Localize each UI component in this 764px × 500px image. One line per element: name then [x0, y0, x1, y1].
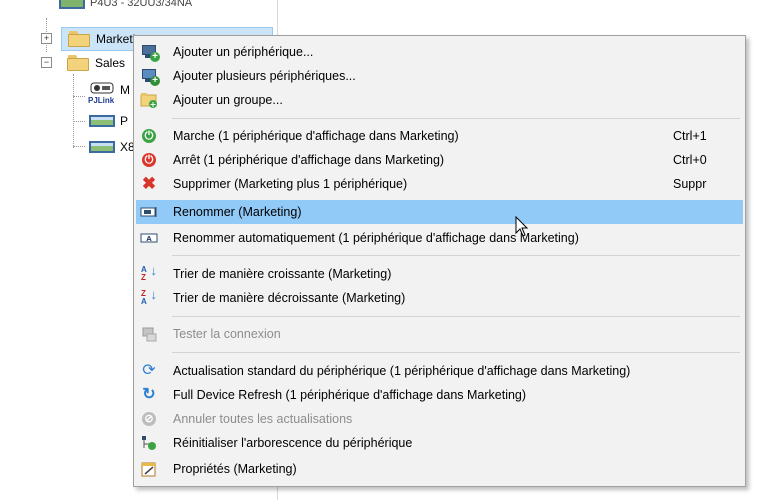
menu-item-add-multiple-devices[interactable]: + Ajouter plusieurs périphériques...	[136, 64, 743, 88]
add-group-icon: +	[139, 90, 159, 110]
menu-item-label: Renommer (Marketing)	[173, 205, 302, 219]
menu-item-shortcut: Ctrl+1	[673, 129, 707, 143]
folder-icon	[67, 55, 89, 71]
tree-connector	[73, 146, 85, 147]
menu-item-sort-descending[interactable]: Z A ↓ Trier de manière décroissante (Marke…	[136, 286, 743, 310]
menu-item-shortcut: Ctrl+0	[673, 153, 707, 167]
rename-icon	[139, 202, 159, 222]
projector-icon	[88, 139, 116, 155]
context-menu: + Ajouter un périphérique... + Ajouter p…	[133, 35, 746, 487]
menu-item-label: Trier de manière décroissante (Marketing…	[173, 291, 406, 305]
collapse-sales-button[interactable]: −	[41, 57, 52, 68]
menu-item-add-group[interactable]: + Ajouter un groupe...	[136, 88, 743, 112]
add-multiple-devices-icon: +	[139, 66, 160, 86]
menu-item-power-off[interactable]: ⏻ Arrêt (1 périphérique d'affichage dans…	[136, 148, 743, 172]
power-on-icon: ⏻	[139, 126, 159, 146]
tree-item-sales[interactable]: Sales	[67, 52, 125, 74]
menu-item-delete[interactable]: ✖ Supprimer (Marketing plus 1 périphériq…	[136, 172, 743, 196]
menu-item-label: Trier de manière croissante (Marketing)	[173, 267, 392, 281]
tree-item-label: Sales	[95, 56, 126, 70]
menu-item-label: Propriétés (Marketing)	[173, 462, 297, 476]
expand-marketing-button[interactable]: +	[41, 33, 52, 44]
tree-item-label: M	[120, 83, 130, 97]
menu-item-power-on[interactable]: ⏻ Marche (1 périphérique d'affichage dan…	[136, 124, 743, 148]
menu-item-label: Arrêt (1 périphérique d'affichage dans M…	[173, 153, 445, 167]
menu-item-full-refresh[interactable]: ↻ Full Device Refresh (1 périphérique d'…	[136, 383, 743, 407]
tree-item-label: P4U3 - 32UU3/34NA	[90, 0, 193, 9]
power-off-icon: ⏻	[139, 150, 159, 170]
menu-item-label: Réinitialiser l'arborescence du périphér…	[173, 436, 413, 450]
full-refresh-icon: ↻	[142, 386, 156, 403]
projector-icon	[58, 0, 86, 11]
menu-item-label: Ajouter un périphérique...	[173, 45, 314, 59]
cancel-refresh-icon: ⊘	[139, 409, 159, 429]
menu-item-label: Ajouter plusieurs périphériques...	[173, 69, 356, 83]
menu-item-label: Supprimer (Marketing plus 1 périphérique…	[173, 177, 408, 191]
menu-separator	[172, 118, 740, 119]
menu-separator	[172, 352, 740, 353]
reset-tree-icon	[139, 433, 159, 453]
svg-text:A: A	[146, 235, 152, 243]
menu-item-label: Annuler toutes les actualisations	[173, 412, 353, 426]
tree-item-projector[interactable]: P4U3 - 32UU3/34NA	[58, 0, 192, 14]
projector-icon	[88, 113, 116, 129]
tree-item-projector[interactable]: X8	[88, 136, 135, 158]
sort-ascending-icon: A Z ↓	[141, 263, 157, 282]
menu-item-rename[interactable]: Renommer (Marketing)	[136, 200, 743, 224]
pjlink-badge: PJLink	[88, 96, 115, 105]
menu-item-label: Marche (1 périphérique d'affichage dans …	[173, 129, 459, 143]
tree-item-projector[interactable]: P	[88, 110, 128, 132]
menu-item-label: Tester la connexion	[173, 327, 281, 341]
refresh-icon: ⟳	[142, 362, 156, 379]
menu-separator	[172, 316, 740, 317]
test-connection-icon	[139, 324, 159, 344]
menu-item-cancel-refresh: ⊘ Annuler toutes les actualisations	[136, 407, 743, 431]
folder-icon	[68, 31, 90, 47]
menu-item-standard-refresh[interactable]: ⟳ Actualisation standard du périphérique…	[136, 359, 743, 383]
tree-connector	[73, 74, 74, 148]
sort-descending-icon: Z A ↓	[141, 287, 157, 306]
tree-connector	[73, 96, 85, 97]
menu-item-shortcut: Suppr	[673, 177, 707, 191]
tree-item-pjlink-device[interactable]: PJLink M	[88, 80, 130, 110]
menu-item-label: Full Device Refresh (1 périphérique d'af…	[173, 388, 527, 402]
add-device-icon: +	[139, 42, 160, 62]
menu-item-properties[interactable]: Propriétés (Marketing)	[136, 457, 743, 481]
menu-item-label: Renommer automatiquement (1 périphérique…	[173, 231, 579, 245]
menu-item-auto-rename[interactable]: A Renommer automatiquement (1 périphériq…	[136, 226, 743, 250]
menu-item-sort-ascending[interactable]: A Z ↓ Trier de manière croissante (Marketi…	[136, 262, 743, 286]
tree-connector	[73, 121, 85, 122]
menu-separator	[172, 255, 740, 256]
menu-item-reset-tree[interactable]: Réinitialiser l'arborescence du périphér…	[136, 431, 743, 455]
properties-icon	[139, 459, 159, 479]
menu-item-add-device[interactable]: + Ajouter un périphérique...	[136, 40, 743, 64]
delete-icon: ✖	[141, 174, 157, 193]
mouse-cursor	[515, 216, 529, 237]
tree-item-label: P	[120, 114, 129, 128]
menu-item-label: Ajouter un groupe...	[173, 93, 283, 107]
auto-rename-icon: A	[139, 228, 159, 248]
menu-item-test-connection: Tester la connexion	[136, 322, 743, 346]
svg-text:+: +	[150, 100, 157, 108]
menu-item-label: Actualisation standard du périphérique (…	[173, 364, 631, 378]
pjlink-projector-icon: PJLink	[88, 81, 118, 109]
